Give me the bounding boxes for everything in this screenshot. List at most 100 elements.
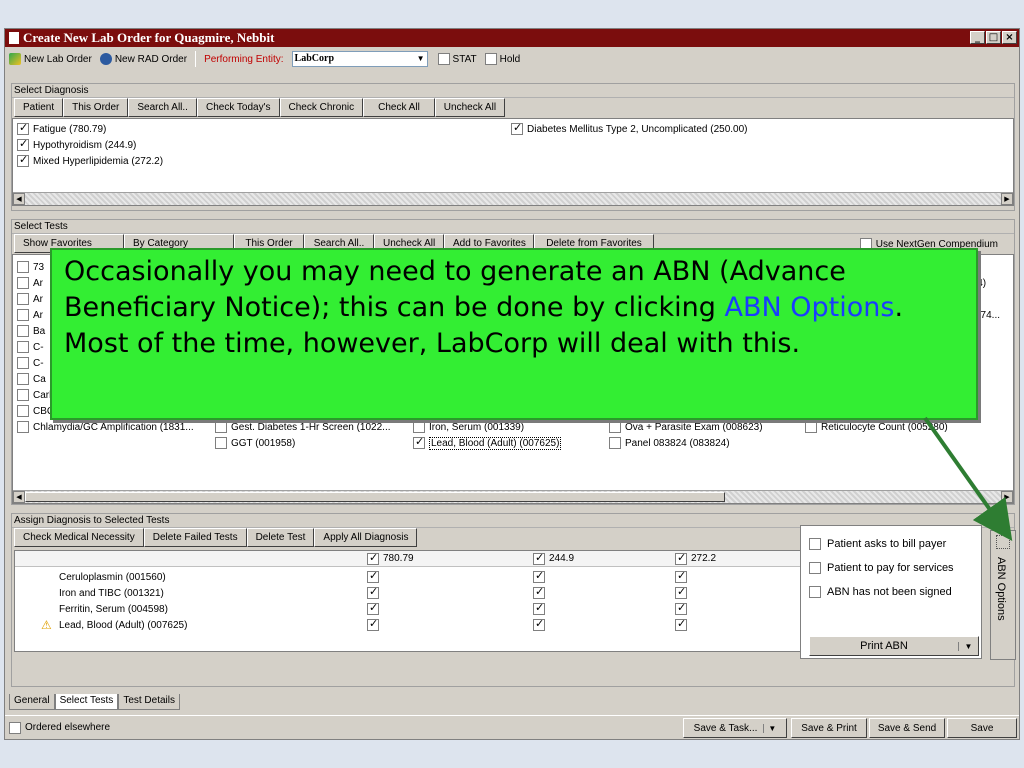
uncheck-all-button[interactable]: Uncheck All xyxy=(434,98,506,117)
test-checkbox[interactable] xyxy=(609,437,621,449)
abn-option-not-signed[interactable]: ABN has not been signed xyxy=(801,580,981,604)
abn-option-patient-pay[interactable]: Patient to pay for services xyxy=(801,556,981,580)
assign-checkbox[interactable] xyxy=(675,617,687,631)
test-checkbox[interactable] xyxy=(17,309,29,321)
check-today-button[interactable]: Check Today's xyxy=(196,98,280,117)
test-checkbox[interactable] xyxy=(17,389,29,401)
chevron-down-icon[interactable]: ▼ xyxy=(958,641,978,651)
save-send-button[interactable]: Save & Send xyxy=(869,718,945,738)
abn-options-tab[interactable]: ABN Options xyxy=(990,530,1016,660)
test-checkbox[interactable] xyxy=(17,261,29,273)
assign-checkbox[interactable] xyxy=(675,585,687,599)
search-all-button[interactable]: Search All.. xyxy=(128,98,197,117)
assign-checkbox[interactable] xyxy=(367,585,379,599)
check-all-button[interactable]: Check All xyxy=(363,98,435,117)
column-checkbox[interactable] xyxy=(533,551,545,565)
test-checkbox[interactable] xyxy=(609,421,621,433)
test-checkbox[interactable] xyxy=(215,437,227,449)
patient-button[interactable]: Patient xyxy=(14,98,64,117)
test-checkbox[interactable] xyxy=(17,277,29,289)
test-checkbox[interactable] xyxy=(17,341,29,353)
test-checkbox[interactable] xyxy=(17,325,29,337)
scroll-right-icon[interactable]: ▶ xyxy=(1001,491,1013,503)
abn-options-panel: Patient asks to bill payer Patient to pa… xyxy=(800,525,982,659)
apply-all-diagnosis-button[interactable]: Apply All Diagnosis xyxy=(314,528,418,547)
assign-checkbox[interactable] xyxy=(675,569,687,583)
diagnosis-checkbox[interactable] xyxy=(511,121,523,135)
test-item[interactable]: Lead, Blood (Adult) (007625) xyxy=(413,435,609,451)
test-item[interactable]: Ova + Parasite Exam (008623) xyxy=(609,419,805,435)
minimize-button[interactable]: _ xyxy=(970,31,985,44)
test-item[interactable]: Gest. Diabetes 1-Hr Screen (1022... xyxy=(215,419,411,435)
test-checkbox[interactable] xyxy=(17,421,29,433)
new-rad-order-button[interactable]: New RAD Order xyxy=(99,53,187,65)
maximize-button[interactable]: □ xyxy=(986,31,1001,44)
assign-checkbox[interactable] xyxy=(367,617,379,631)
title-bar[interactable]: Create New Lab Order for Quagmire, Nebbi… xyxy=(5,29,1019,47)
scroll-thumb[interactable] xyxy=(25,492,725,502)
delete-test-button[interactable]: Delete Test xyxy=(246,528,315,547)
scroll-right-icon[interactable]: ▶ xyxy=(1001,193,1013,205)
test-checkbox[interactable] xyxy=(17,405,29,417)
new-lab-order-button[interactable]: New Lab Order xyxy=(9,53,92,65)
test-item[interactable]: Chlamydia/GC Amplification (1831... xyxy=(17,419,213,435)
check-medical-necessity-button[interactable]: Check Medical Necessity xyxy=(14,528,144,547)
assign-checkbox[interactable] xyxy=(533,569,545,583)
table-row[interactable]: Iron and TIBC (001321) xyxy=(15,585,809,601)
save-print-button[interactable]: Save & Print xyxy=(791,718,867,738)
assign-checkbox[interactable] xyxy=(367,569,379,583)
print-abn-button[interactable]: Print ABN ▼ xyxy=(809,636,979,656)
test-item[interactable]: Panel 083824 (083824) xyxy=(609,435,805,451)
check-chronic-button[interactable]: Check Chronic xyxy=(279,98,364,117)
assign-checkbox[interactable] xyxy=(533,617,545,631)
diagnosis-checkbox[interactable] xyxy=(17,137,29,151)
column-checkbox[interactable] xyxy=(367,551,379,565)
diagnosis-checkbox[interactable] xyxy=(17,121,29,135)
test-item[interactable]: GGT (001958) xyxy=(215,435,411,451)
diagnosis-item-fatigue[interactable]: Fatigue (780.79) xyxy=(17,121,163,137)
diagnosis-checkbox[interactable] xyxy=(17,153,29,167)
test-item[interactable]: Iron, Serum (001339) xyxy=(413,419,609,435)
hold-checkbox[interactable] xyxy=(484,53,497,65)
this-order-button[interactable]: This Order xyxy=(63,98,129,117)
assign-checkbox[interactable] xyxy=(533,585,545,599)
test-checkbox[interactable] xyxy=(17,357,29,369)
test-checkbox[interactable] xyxy=(17,373,29,385)
ordered-elsewhere-checkbox[interactable] xyxy=(9,721,21,734)
table-row[interactable]: Ferritin, Serum (004598) xyxy=(15,601,809,617)
pin-icon[interactable] xyxy=(996,535,1010,549)
test-item[interactable]: Reticulocyte Count (005280) xyxy=(805,419,1001,435)
test-checkbox[interactable] xyxy=(413,421,425,433)
diagnosis-scrollbar[interactable]: ◀ ▶ xyxy=(13,192,1013,205)
performing-entity-select[interactable]: LabCorp ▼ xyxy=(291,51,428,67)
save-task-button[interactable]: Save & Task... ▼ xyxy=(683,718,787,738)
test-checkbox[interactable] xyxy=(413,435,425,449)
tab-general[interactable]: General xyxy=(9,694,55,710)
table-row[interactable]: ⚠ Lead, Blood (Adult) (007625) xyxy=(15,617,809,633)
close-button[interactable]: × xyxy=(1002,31,1017,44)
abn-checkbox[interactable] xyxy=(809,586,821,598)
save-button[interactable]: Save xyxy=(947,718,1017,738)
test-checkbox[interactable] xyxy=(17,293,29,305)
diagnosis-item-hyperlipidemia[interactable]: Mixed Hyperlipidemia (272.2) xyxy=(17,153,163,169)
scroll-left-icon[interactable]: ◀ xyxy=(13,491,25,503)
assign-checkbox[interactable] xyxy=(675,601,687,615)
tab-test-details[interactable]: Test Details xyxy=(118,694,180,710)
assign-checkbox[interactable] xyxy=(533,601,545,615)
scroll-left-icon[interactable]: ◀ xyxy=(13,193,25,205)
test-label: Ca xyxy=(33,373,46,385)
abn-option-bill-payer[interactable]: Patient asks to bill payer xyxy=(801,532,981,556)
tab-select-tests[interactable]: Select Tests xyxy=(54,694,119,710)
diagnosis-item-hypothyroidism[interactable]: Hypothyroidism (244.9) xyxy=(17,137,163,153)
table-row[interactable]: Ceruloplasmin (001560) xyxy=(15,569,809,585)
stat-checkbox[interactable] xyxy=(437,53,450,65)
test-checkbox[interactable] xyxy=(805,421,817,433)
abn-checkbox[interactable] xyxy=(809,538,821,550)
delete-failed-tests-button[interactable]: Delete Failed Tests xyxy=(143,528,247,547)
assign-checkbox[interactable] xyxy=(367,601,379,615)
abn-checkbox[interactable] xyxy=(809,562,821,574)
diagnosis-item-diabetes[interactable]: Diabetes Mellitus Type 2, Uncomplicated … xyxy=(511,121,747,137)
column-checkbox[interactable] xyxy=(675,551,687,565)
tests-scrollbar[interactable]: ◀ ▶ xyxy=(13,490,1013,503)
test-checkbox[interactable] xyxy=(215,421,227,433)
